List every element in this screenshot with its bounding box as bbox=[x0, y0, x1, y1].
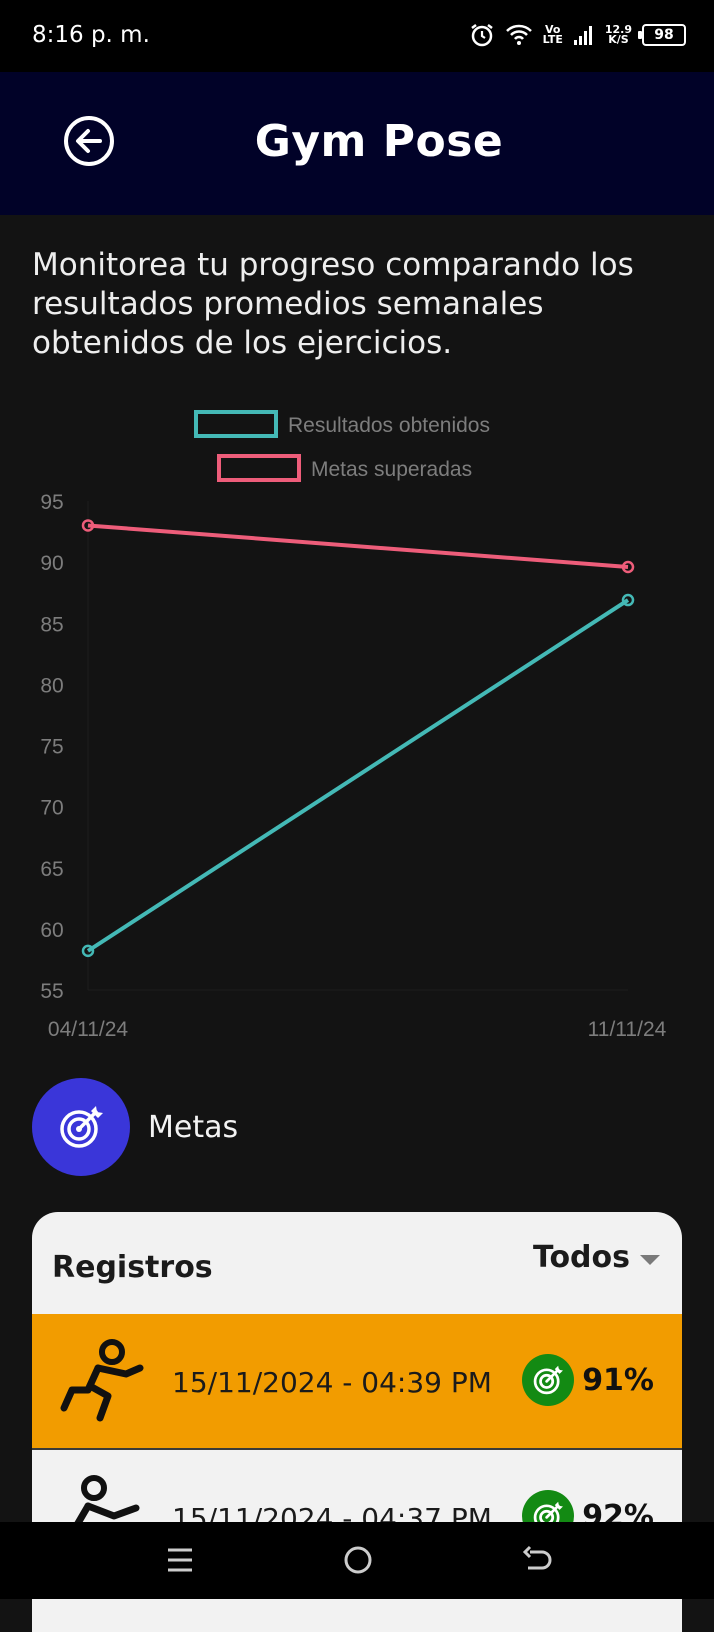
x-tick-label: 04/11/24 bbox=[48, 1018, 129, 1041]
y-tick-label: 80 bbox=[40, 674, 63, 697]
registro-date: 15/11/2024 - 04:39 PM bbox=[172, 1366, 492, 1399]
system-nav-bar bbox=[0, 1522, 714, 1599]
status-bar: 8:16 p. m. Vo LTE 12.9 K/S 98 bbox=[0, 0, 714, 72]
filter-label: Todos bbox=[532, 1240, 630, 1275]
alarm-icon bbox=[469, 22, 495, 48]
y-tick-label: 75 bbox=[40, 736, 63, 759]
battery-icon: 98 bbox=[638, 24, 686, 46]
nav-home-button[interactable] bbox=[338, 1542, 378, 1578]
registros-title: Registros bbox=[52, 1250, 213, 1285]
x-tick-label: 11/11/24 bbox=[588, 1018, 667, 1041]
network-type: Vo LTE bbox=[542, 24, 563, 46]
back-arrow-icon bbox=[522, 1545, 552, 1570]
menu-icon bbox=[168, 1548, 192, 1572]
legend-swatch bbox=[194, 410, 278, 438]
filter-dropdown[interactable]: Todos bbox=[533, 1240, 660, 1275]
registro-score-value: 91% bbox=[582, 1362, 654, 1398]
registro-score: 91% bbox=[522, 1354, 654, 1406]
signal-icon bbox=[573, 24, 595, 46]
app-bar: Gym Pose bbox=[0, 72, 714, 215]
page-description: Monitorea tu progreso comparando los res… bbox=[32, 247, 634, 361]
status-icons: Vo LTE 12.9 K/S 98 bbox=[469, 20, 686, 50]
nav-back-button[interactable] bbox=[516, 1542, 556, 1578]
network-bottom-label: LTE bbox=[542, 33, 563, 46]
status-time: 8:16 p. m. bbox=[32, 22, 150, 48]
series-line bbox=[87, 523, 629, 570]
y-tick-label: 60 bbox=[40, 919, 63, 942]
exercise-figure-icon bbox=[60, 1339, 144, 1422]
legend-label: Resultados obtenidos bbox=[288, 414, 490, 437]
wifi-icon bbox=[505, 23, 533, 47]
metas-label: Metas bbox=[148, 1110, 239, 1145]
chevron-down-icon bbox=[640, 1254, 660, 1265]
y-tick-label: 55 bbox=[40, 980, 63, 1003]
registro-row[interactable]: 15/11/2024 - 04:39 PM 91% bbox=[32, 1314, 682, 1450]
legend-swatch bbox=[217, 454, 301, 482]
data-speed: 12.9 K/S bbox=[605, 24, 632, 46]
y-tick-label: 90 bbox=[40, 552, 63, 575]
target-icon bbox=[60, 1106, 103, 1148]
progress-chart: 95 90 85 80 75 70 65 60 55 04/11/24 11/11/24 Result… bbox=[40, 410, 667, 1041]
home-circle-icon bbox=[344, 1546, 372, 1574]
registros-header: Registros Todos bbox=[32, 1212, 682, 1314]
metas-button[interactable] bbox=[32, 1078, 130, 1176]
y-tick-label: 65 bbox=[40, 858, 63, 881]
nav-recents-button[interactable] bbox=[160, 1542, 200, 1578]
series-line bbox=[86, 598, 630, 953]
target-icon bbox=[522, 1354, 575, 1406]
y-tick-label: 85 bbox=[40, 613, 63, 636]
y-tick-label: 95 bbox=[40, 491, 63, 514]
y-tick-label: 70 bbox=[40, 797, 63, 820]
legend-label: Metas superadas bbox=[311, 458, 472, 481]
app-title: Gym Pose bbox=[254, 116, 504, 167]
speed-unit: K/S bbox=[608, 33, 629, 46]
